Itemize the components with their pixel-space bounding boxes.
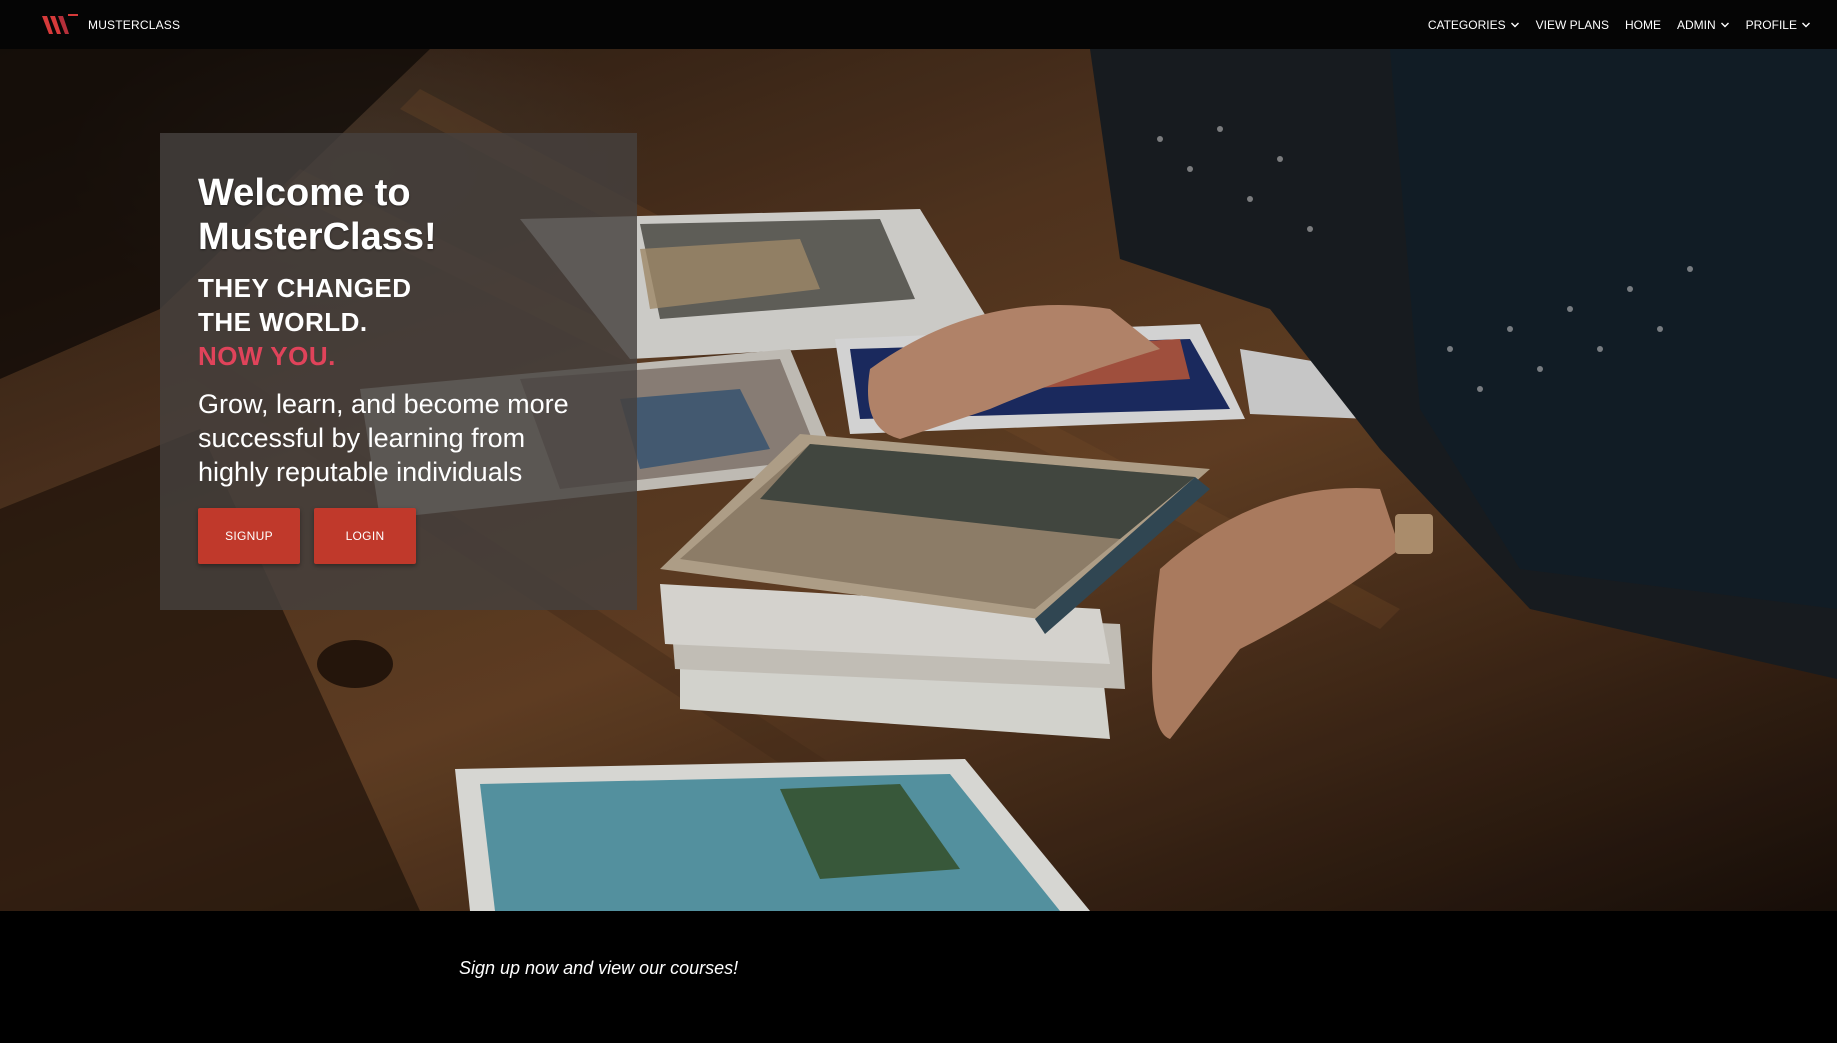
nav-profile[interactable]: PROFILE	[1746, 18, 1811, 32]
nav-view-plans[interactable]: VIEW PLANS	[1536, 18, 1609, 32]
footer-strip: Sign up now and view our courses!	[0, 911, 1837, 1043]
nav-profile-label: PROFILE	[1745, 17, 1797, 32]
tagline: THEY CHANGED THE WORLD. NOW YOU.	[198, 271, 599, 373]
welcome-title: Welcome to MusterClass!	[198, 172, 437, 258]
welcome-panel: Welcome to MusterClass! THEY CHANGED THE…	[160, 133, 637, 610]
nav-view-plans-label: VIEW PLANS	[1535, 17, 1609, 32]
chevron-down-icon	[1510, 22, 1519, 27]
nav-categories-label: CATEGORIES	[1427, 17, 1506, 32]
cta-buttons: SIGNUP LOGIN	[198, 508, 599, 564]
chevron-down-icon	[1720, 22, 1729, 27]
login-button[interactable]: LOGIN	[314, 508, 416, 564]
signup-prompt-text: Sign up now and view our courses!	[459, 958, 739, 978]
top-navbar: MUSTERCLASS CATEGORIES VIEW PLANS HOME A…	[0, 0, 1837, 49]
hero-section: Welcome to MusterClass! THEY CHANGED THE…	[0, 49, 1837, 911]
tagline-line-1: THEY CHANGED	[198, 273, 412, 303]
brand-link[interactable]: MUSTERCLASS	[40, 12, 180, 38]
chevron-down-icon	[1802, 22, 1810, 27]
nav-home[interactable]: HOME	[1625, 18, 1661, 32]
nav-categories[interactable]: CATEGORIES	[1428, 18, 1520, 32]
nav-admin[interactable]: ADMIN	[1677, 18, 1730, 32]
nav-admin-label: ADMIN	[1676, 17, 1716, 32]
nav-menu: CATEGORIES VIEW PLANS HOME ADMIN PROFILE	[1428, 18, 1811, 32]
mc-logo-icon	[42, 13, 78, 34]
brand-name: MUSTERCLASS	[88, 17, 181, 32]
nav-home-label: HOME	[1624, 17, 1661, 32]
tagline-accent: NOW YOU.	[198, 341, 336, 371]
welcome-description: Grow, learn, and become more successful …	[198, 389, 569, 487]
signup-button[interactable]: SIGNUP	[198, 508, 300, 564]
tagline-line-2: THE WORLD.	[198, 307, 368, 337]
